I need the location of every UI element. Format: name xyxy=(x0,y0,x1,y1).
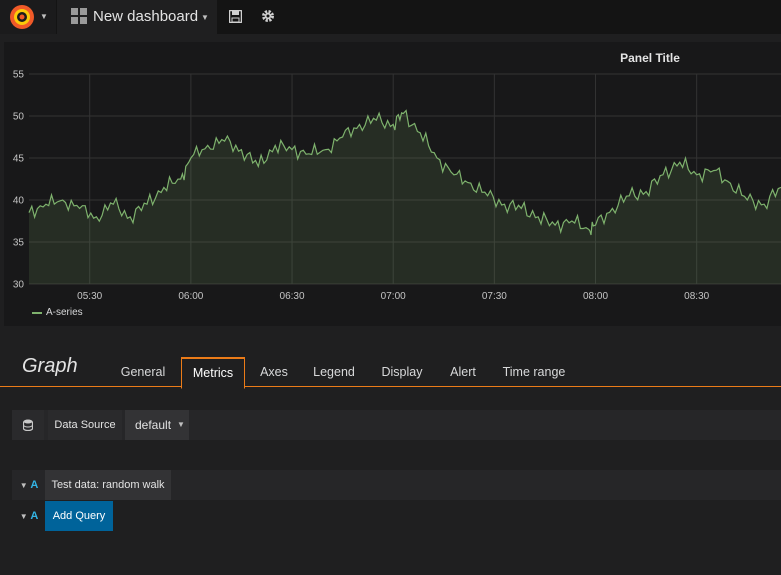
save-dashboard-button[interactable] xyxy=(221,0,251,34)
query-ref-toggle[interactable]: ▼ A xyxy=(14,470,44,500)
x-tick-label: 08:00 xyxy=(583,291,608,302)
y-tick-label: 50 xyxy=(13,112,25,123)
dashboard-title: New dashboard xyxy=(93,8,199,25)
database-icon xyxy=(23,419,33,431)
tab-general[interactable]: General xyxy=(112,358,174,386)
query-label[interactable]: Test data: random walk xyxy=(45,470,171,500)
x-tick-label: 06:00 xyxy=(178,291,203,302)
add-query-ref-toggle[interactable]: ▼ A xyxy=(14,501,44,531)
datasource-label: Data Source xyxy=(48,410,122,440)
tab-axes[interactable]: Axes xyxy=(252,358,296,386)
gear-icon xyxy=(262,10,274,22)
tab-legend[interactable]: Legend xyxy=(306,358,362,386)
tab-metrics[interactable]: Metrics xyxy=(181,357,245,389)
tab-time-range[interactable]: Time range xyxy=(496,358,572,386)
graph-chart: 30 35 40 45 50 55 05:30 06:00 06:30 07:00 07:30 08… xyxy=(13,70,781,302)
x-tick-label: 05:30 xyxy=(77,291,102,302)
x-tick-label: 06:30 xyxy=(280,291,305,302)
legend-swatch-a-series[interactable] xyxy=(32,312,42,314)
y-tick-label: 55 xyxy=(13,70,25,81)
y-tick-label: 30 xyxy=(13,280,25,291)
chevron-down-icon: ▼ xyxy=(201,13,209,22)
y-tick-label: 45 xyxy=(13,154,25,165)
chevron-down-icon: ▼ xyxy=(19,512,28,521)
series-area-a xyxy=(29,110,781,284)
chevron-down-icon: ▼ xyxy=(19,481,28,490)
save-icon xyxy=(229,10,242,23)
x-tick-label: 07:00 xyxy=(381,291,406,302)
chevron-down-icon: ▼ xyxy=(177,420,185,429)
add-query-button[interactable]: Add Query xyxy=(45,501,113,531)
tab-display[interactable]: Display xyxy=(372,358,432,386)
grafana-logo-icon xyxy=(10,5,34,29)
legend-label-a-series[interactable]: A-series xyxy=(46,307,83,318)
x-tick-label: 07:30 xyxy=(482,291,507,302)
datasource-icon-box xyxy=(12,410,44,440)
add-query-ref-letter: A xyxy=(30,510,39,522)
query-ref-letter: A xyxy=(30,479,39,491)
chevron-down-icon: ▼ xyxy=(40,12,48,21)
datasource-value: default xyxy=(135,418,172,432)
dashboard-grid-icon xyxy=(71,8,87,24)
x-tick-label: 08:30 xyxy=(684,291,709,302)
y-tick-label: 40 xyxy=(13,196,25,207)
grafana-menu-button[interactable]: ▼ xyxy=(0,0,56,34)
dashboard-picker-button[interactable]: New dashboard ▼ xyxy=(57,0,217,34)
datasource-select[interactable]: default ▼ xyxy=(125,410,189,440)
tab-divider xyxy=(0,386,781,387)
editor-title: Graph xyxy=(22,355,78,377)
settings-button[interactable] xyxy=(253,0,283,34)
tab-alert[interactable]: Alert xyxy=(442,358,484,386)
y-tick-label: 35 xyxy=(13,238,25,249)
y-axis-ticks: 30 35 40 45 50 55 xyxy=(13,70,25,291)
x-axis-ticks: 05:30 06:00 06:30 07:00 07:30 08:00 08:30 xyxy=(77,291,709,302)
